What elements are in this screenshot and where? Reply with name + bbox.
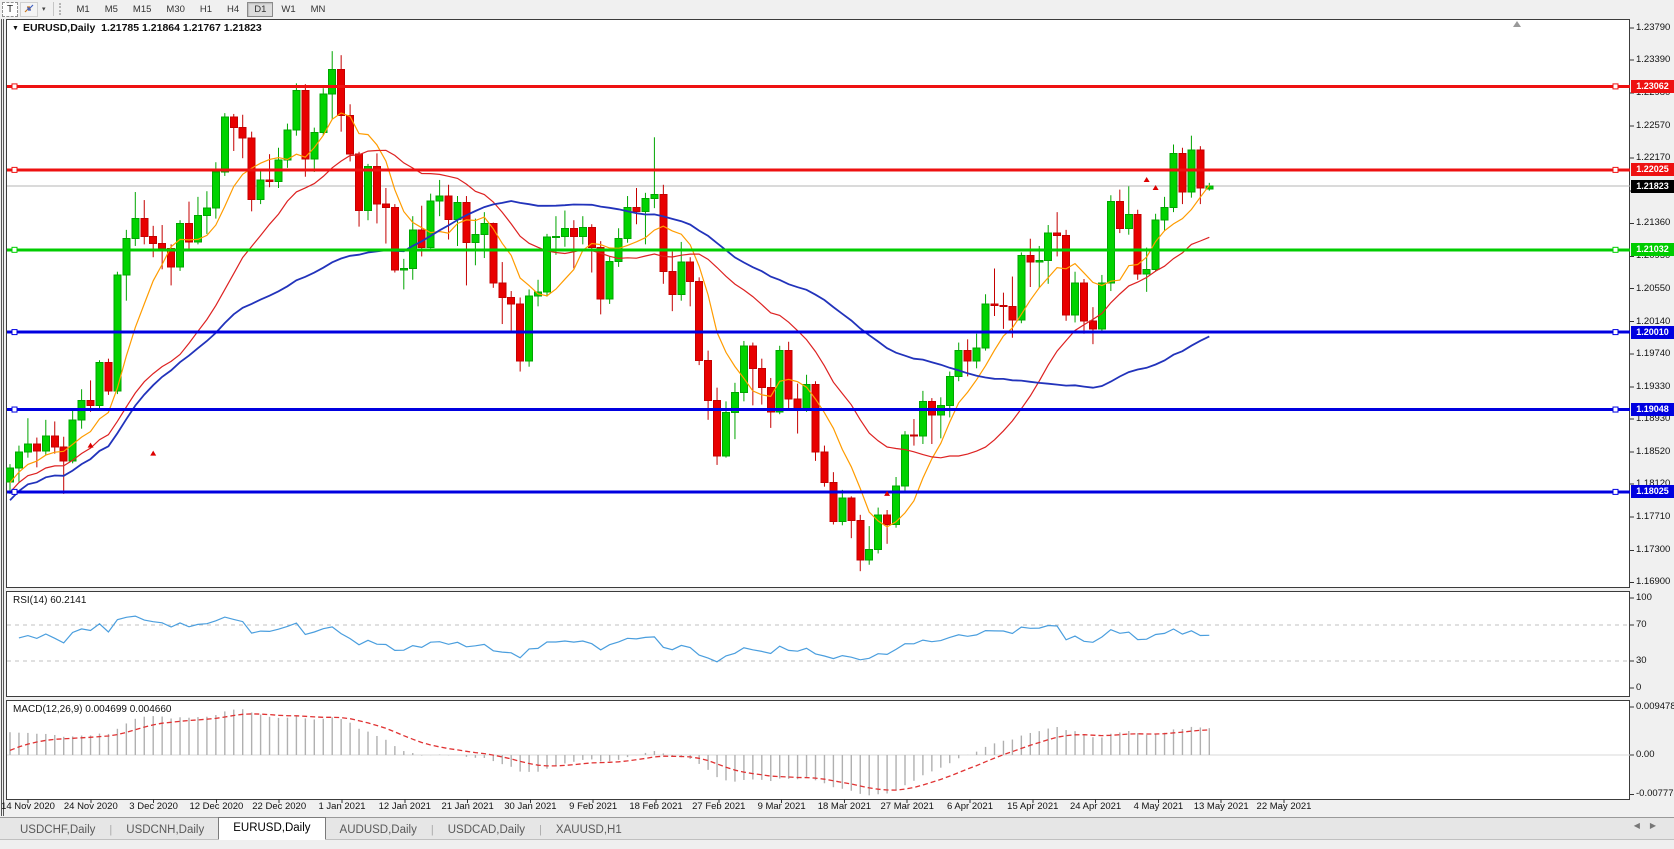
rsi-axis-label: 100 <box>1636 592 1652 603</box>
date-label: 3 Dec 2020 <box>129 801 178 812</box>
date-label: 14 Nov 2020 <box>1 801 55 812</box>
ohlc-values: 1.21785 1.21864 1.21767 1.21823 <box>101 22 262 34</box>
chart-tabs: USDCHF,Daily|USDCNH,DailyEURUSD,DailyAUD… <box>0 818 636 840</box>
date-label: 27 Mar 2021 <box>881 801 934 812</box>
level-price-tag: 1.22025 <box>1631 163 1674 176</box>
level-price-tag: 1.23062 <box>1631 80 1674 93</box>
timeframe-button-m15[interactable]: M15 <box>126 2 158 17</box>
date-label: 6 Apr 2021 <box>947 801 993 812</box>
timeframe-button-m1[interactable]: M1 <box>70 2 97 17</box>
date-label: 13 May 2021 <box>1194 801 1249 812</box>
date-label: 15 Apr 2021 <box>1007 801 1058 812</box>
chart-tab-bar: USDCHF,Daily|USDCNH,DailyEURUSD,DailyAUD… <box>0 817 1674 840</box>
date-label: 18 Mar 2021 <box>818 801 871 812</box>
toolbar-grip[interactable] <box>59 3 64 15</box>
mt4-terminal-window: T ▾ M1M5M15M30H1H4D1W1MN ▼ EURUSD,Daily 1… <box>0 0 1674 849</box>
date-label: 21 Jan 2021 <box>441 801 493 812</box>
level-price-tag: 1.20010 <box>1631 326 1674 339</box>
text-tool-button[interactable]: T <box>2 2 18 17</box>
rsi-axis-label: 70 <box>1636 619 1647 630</box>
date-label: 27 Feb 2021 <box>692 801 745 812</box>
date-label: 1 Jan 2021 <box>318 801 365 812</box>
tab-eurusd-daily[interactable]: EURUSD,Daily <box>218 817 325 840</box>
price-tick-label: 1.23390 <box>1636 54 1670 65</box>
rsi-indicator-label: RSI(14) 60.2141 <box>13 595 86 606</box>
macd-axis-label: 0.00 <box>1636 749 1655 760</box>
main-price-panel[interactable] <box>6 19 1630 588</box>
timeframe-button-h4[interactable]: H4 <box>220 2 246 17</box>
tab-usdcad-daily[interactable]: USDCAD,Daily <box>434 820 539 840</box>
chart-window-left-border <box>1 19 4 816</box>
tab-usdcnh-daily[interactable]: USDCNH,Daily <box>112 820 218 840</box>
macd-indicator-panel[interactable] <box>6 700 1630 800</box>
title-caret-icon[interactable]: ▼ <box>12 25 19 32</box>
toolbar-separator <box>53 2 54 16</box>
cursor-arrows-icon <box>23 3 35 14</box>
date-label: 22 May 2021 <box>1257 801 1312 812</box>
chart-toolbar: T ▾ M1M5M15M30H1H4D1W1MN <box>0 0 1674 18</box>
date-label: 12 Dec 2020 <box>189 801 243 812</box>
price-tick-label: 1.22570 <box>1636 120 1670 131</box>
timeframe-button-mn[interactable]: MN <box>304 2 333 17</box>
timeframe-button-m5[interactable]: M5 <box>98 2 125 17</box>
tab-scroll-right-icon[interactable]: ▶ <box>1650 821 1656 830</box>
date-label: 24 Nov 2020 <box>64 801 118 812</box>
rsi-indicator-panel[interactable] <box>6 591 1630 697</box>
date-label: 18 Feb 2021 <box>629 801 682 812</box>
price-tick-label: 1.17300 <box>1636 544 1670 555</box>
macd-indicator-label: MACD(12,26,9) 0.004699 0.004660 <box>13 704 171 715</box>
date-label: 9 Mar 2021 <box>758 801 806 812</box>
level-price-tag: 1.19048 <box>1631 403 1674 416</box>
macd-axis-label: -0.007778 <box>1636 788 1674 799</box>
tab-scroll-left-icon[interactable]: ◀ <box>1634 821 1640 830</box>
date-label: 12 Jan 2021 <box>379 801 431 812</box>
price-tick-label: 1.23790 <box>1636 22 1670 33</box>
tab-xauusd-h1[interactable]: XAUUSD,H1 <box>542 820 636 840</box>
price-tick-label: 1.21360 <box>1636 217 1670 228</box>
price-tick-label: 1.18520 <box>1636 446 1670 457</box>
price-tick-label: 1.22170 <box>1636 152 1670 163</box>
timeframe-button-d1[interactable]: D1 <box>247 2 273 17</box>
symbol-period-label: EURUSD,Daily <box>23 22 95 34</box>
price-tick-label: 1.17710 <box>1636 511 1670 522</box>
price-tick-label: 1.19740 <box>1636 348 1670 359</box>
timeframe-button-m30[interactable]: M30 <box>159 2 191 17</box>
level-price-tag: 1.18025 <box>1631 485 1674 498</box>
price-tick-label: 1.19330 <box>1636 381 1670 392</box>
date-label: 22 Dec 2020 <box>252 801 306 812</box>
date-label: 9 Feb 2021 <box>569 801 617 812</box>
chart-title: ▼ EURUSD,Daily 1.21785 1.21864 1.21767 1.… <box>12 22 262 34</box>
tab-usdchf-daily[interactable]: USDCHF,Daily <box>6 820 109 840</box>
rsi-axis-label: 30 <box>1636 655 1647 666</box>
timeframe-button-group: M1M5M15M30H1H4D1W1MN <box>70 2 333 17</box>
rsi-axis-label: 0 <box>1636 682 1641 693</box>
price-tick-label: 1.20550 <box>1636 283 1670 294</box>
date-label: 24 Apr 2021 <box>1070 801 1121 812</box>
status-bar <box>0 839 1674 849</box>
price-tick-label: 1.16900 <box>1636 576 1670 587</box>
level-price-tag: 1.21032 <box>1631 243 1674 256</box>
tab-audusd-daily[interactable]: AUDUSD,Daily <box>326 820 431 840</box>
timeframe-button-w1[interactable]: W1 <box>274 2 302 17</box>
current-price-tag: 1.21823 <box>1631 180 1674 193</box>
cursor-tool-button[interactable] <box>20 2 38 17</box>
timeframe-button-h1[interactable]: H1 <box>193 2 219 17</box>
macd-axis-label: 0.009478 <box>1636 701 1674 712</box>
tab-scroll-controls: ◀ ▶ <box>1634 821 1656 830</box>
date-label: 4 May 2021 <box>1134 801 1184 812</box>
date-label: 30 Jan 2021 <box>504 801 556 812</box>
cursor-tool-dropdown-icon[interactable]: ▾ <box>40 5 48 13</box>
